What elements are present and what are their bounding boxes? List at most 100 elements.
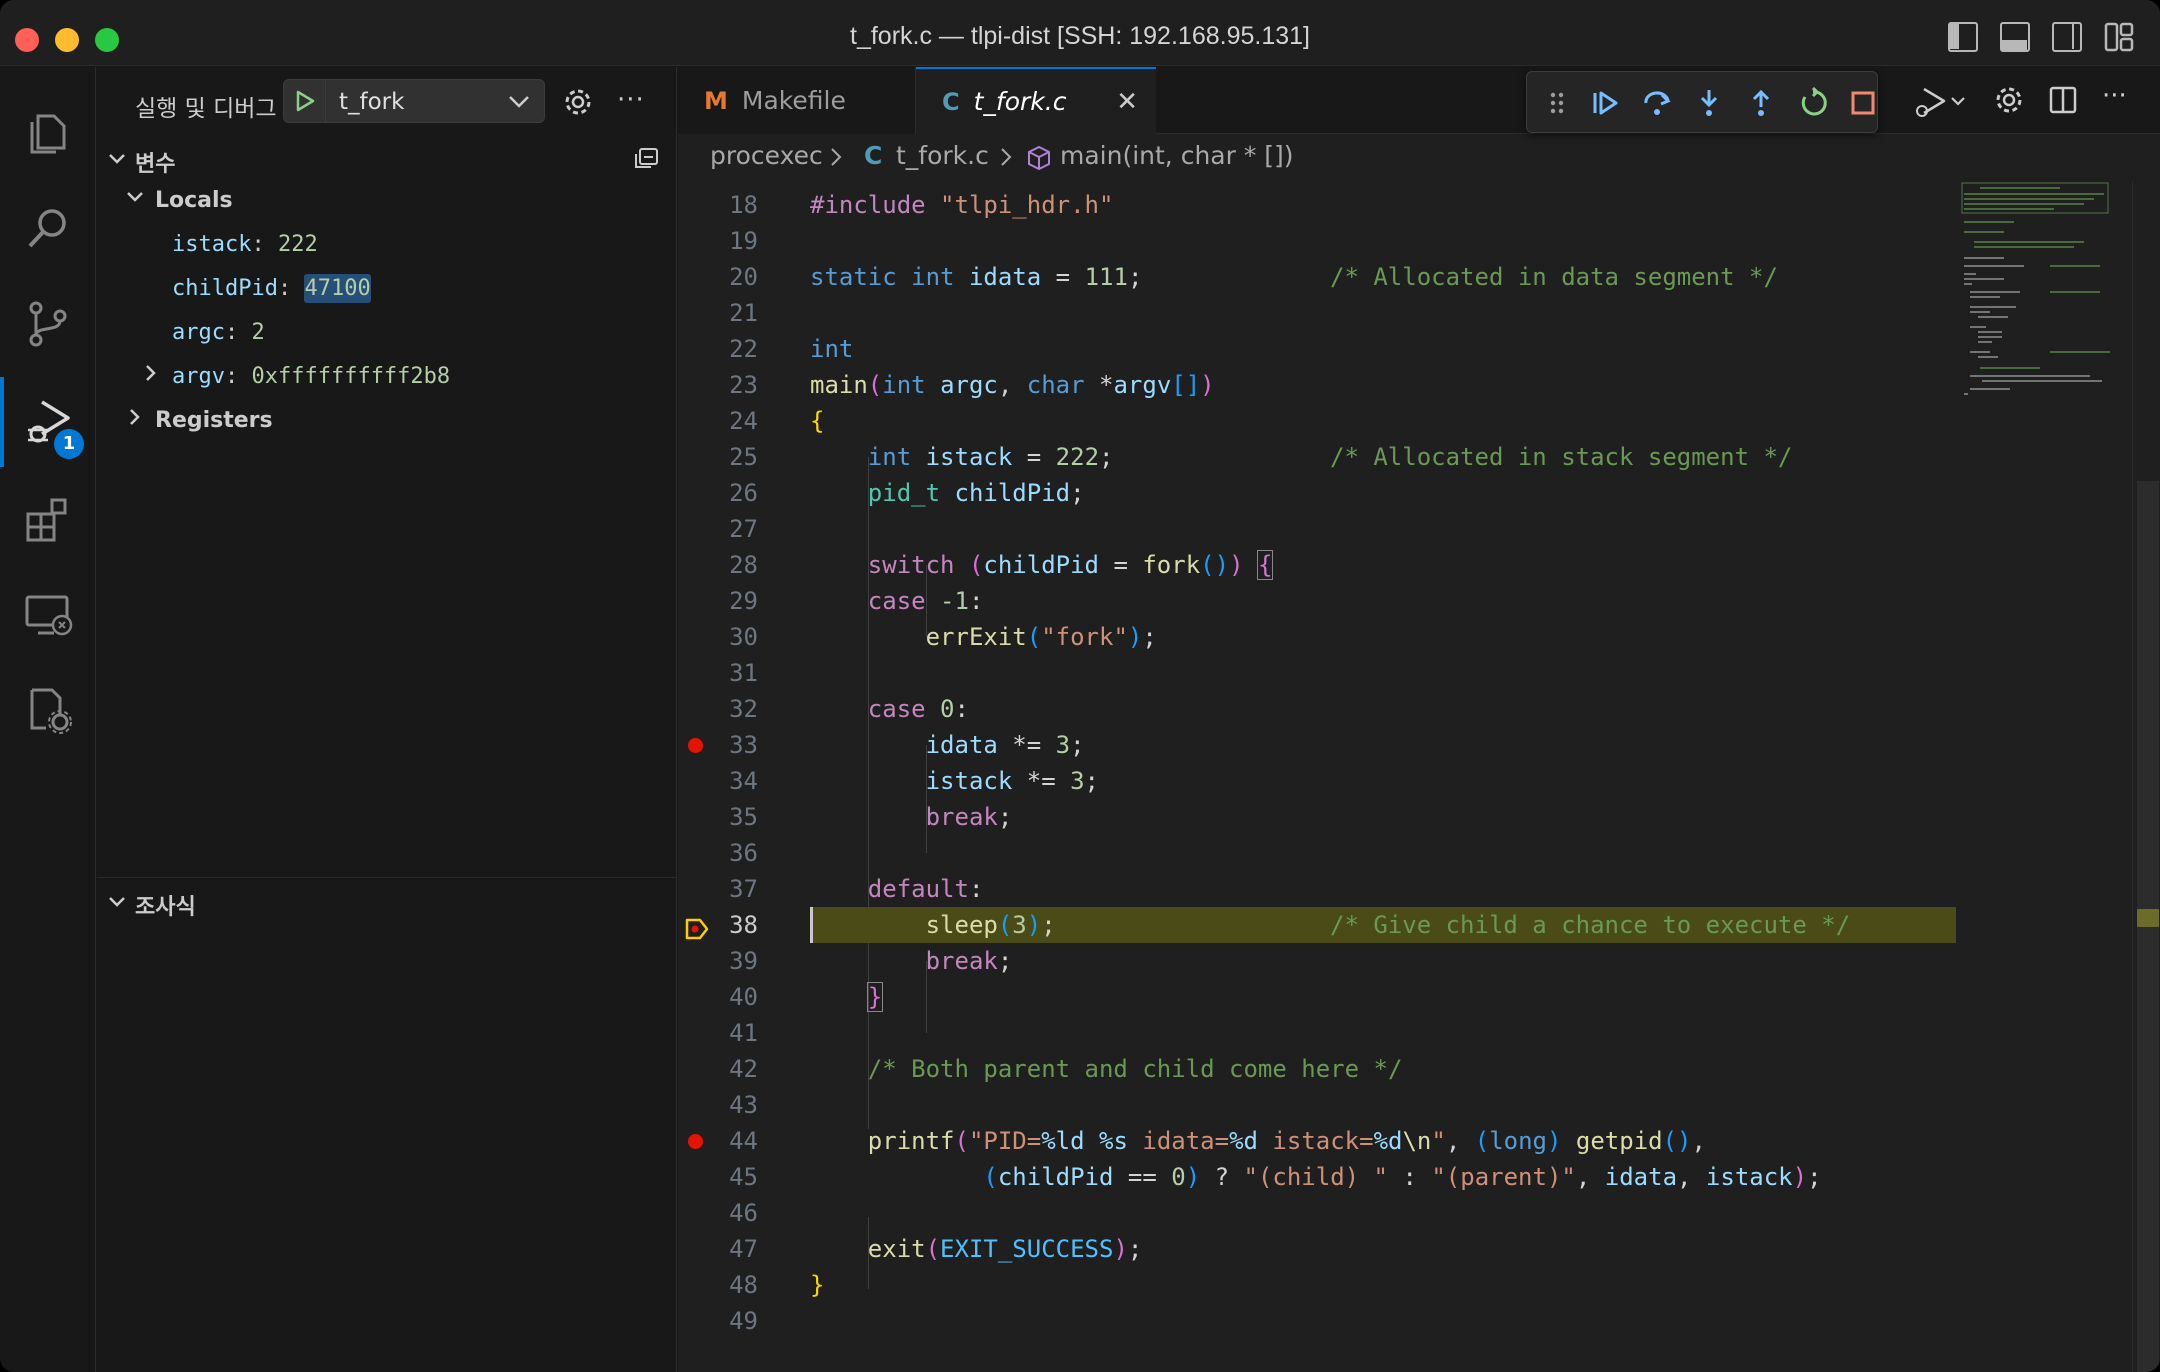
code-line: 42 /* Both parent and child come here */: [729, 1055, 1403, 1083]
drag-handle-icon[interactable]: [1541, 87, 1573, 119]
tab-bar: M Makefile C t_fork.c ✕ ···: [678, 67, 2160, 134]
chevron-down-icon: [107, 892, 127, 916]
tab-makefile[interactable]: M Makefile: [678, 67, 916, 134]
extensions-icon[interactable]: [0, 475, 96, 565]
debug-badge: 1: [54, 429, 84, 459]
breadcrumb-file[interactable]: t_fork.c: [896, 141, 989, 170]
variable-value: 47100: [304, 274, 371, 303]
locals-scope[interactable]: Locals: [97, 179, 677, 223]
c-file-icon: C: [864, 141, 883, 170]
chevron-down-icon: [107, 149, 127, 173]
watch-title: 조사식: [135, 895, 196, 920]
chevron-right-icon: [828, 145, 844, 174]
title-bar: t_fork.c — tlpi-dist [SSH: 192.168.95.13…: [0, 0, 2160, 66]
code-line: 21: [729, 299, 758, 327]
code-line: 43: [729, 1091, 758, 1119]
code-line: 25 int istack = 222;/* Allocated in stac…: [729, 443, 1793, 471]
code-line: 48}: [729, 1271, 825, 1299]
current-code-line: 38 sleep(3);/* Give child a chance to ex…: [678, 907, 2098, 943]
code-line: 47 exit(EXIT_SUCCESS);: [729, 1235, 1143, 1263]
gear-icon[interactable]: [1994, 85, 2024, 117]
code-line: 30 errExit("fork");: [729, 623, 1157, 651]
code-line: 40 }: [729, 982, 884, 1012]
customize-layout-icon[interactable]: [2104, 22, 2134, 52]
code-line: 39 break;: [729, 947, 1013, 975]
code-line: 23 main(int argc, char *argv[]): [729, 371, 1215, 399]
registers-scope[interactable]: Registers: [97, 399, 677, 443]
code-line: 18 #include "tlpi_hdr.h": [729, 191, 1114, 219]
search-icon[interactable]: [0, 184, 96, 274]
files-icon[interactable]: [0, 89, 96, 179]
code-line: 19: [729, 227, 758, 255]
source-control-icon[interactable]: [0, 279, 96, 369]
chevron-right-icon[interactable]: [141, 355, 161, 399]
code-editor[interactable]: 18 #include "tlpi_hdr.h" 19 20 static int …: [678, 181, 2160, 1372]
cube-icon: [1026, 145, 1052, 177]
variable-row[interactable]: childPid: 47100: [97, 267, 677, 311]
minimap[interactable]: [1960, 181, 2110, 1372]
continue-icon[interactable]: [1589, 87, 1621, 119]
code-line: 29 case -1:: [729, 587, 984, 615]
breadcrumb-folder[interactable]: procexec: [710, 141, 823, 170]
toggle-primary-sidebar-icon[interactable]: [1948, 22, 1978, 52]
window-title: t_fork.c — tlpi-dist [SSH: 192.168.95.13…: [850, 22, 1310, 50]
code-line: 34 istack *= 3;: [729, 767, 1099, 795]
current-line-marker: [2137, 909, 2159, 927]
code-line: 20 static int idata = 111;/* Allocated in…: [729, 263, 1778, 291]
chevron-down-icon: [125, 179, 145, 223]
variable-value: 2: [251, 320, 265, 345]
chevron-right-icon: [125, 399, 145, 443]
toggle-secondary-sidebar-icon[interactable]: [2052, 22, 2082, 52]
code-line: 32 case 0:: [729, 695, 969, 723]
code-line: 36: [729, 839, 758, 867]
step-out-icon[interactable]: [1745, 87, 1777, 119]
c-file-icon: C: [942, 87, 960, 116]
code-line: 31: [729, 659, 758, 687]
editor-group: M Makefile C t_fork.c ✕ ··· procexec C t…: [678, 67, 2160, 1372]
watch-section-header[interactable]: 조사식: [97, 882, 677, 922]
step-over-icon[interactable]: [1641, 87, 1673, 119]
variable-row[interactable]: argc: 2: [97, 311, 677, 355]
variable-row[interactable]: istack: 222: [97, 223, 677, 267]
variable-row[interactable]: argv: 0xffffffffff2b8: [97, 355, 677, 399]
tab-t-fork-c[interactable]: C t_fork.c ✕: [916, 67, 1156, 134]
sidebar-title: 실행 및 디버그: [135, 96, 277, 122]
more-actions-icon[interactable]: ···: [617, 85, 645, 115]
makefile-icon: M: [704, 86, 728, 115]
variable-name: childPid: [172, 276, 278, 301]
debug-toolbar: [1526, 71, 1878, 133]
run-and-debug-sidebar: 실행 및 디버그 t_fork ··· 변수 Locals istack: 22…: [97, 67, 677, 1372]
variables-section-header[interactable]: 변수: [97, 139, 677, 179]
gear-icon[interactable]: [563, 87, 593, 121]
code-line: 46: [729, 1199, 758, 1227]
tab-label: t_fork.c: [973, 87, 1067, 116]
toggle-panel-icon[interactable]: [2000, 22, 2030, 52]
debug-icon[interactable]: 1: [0, 377, 96, 467]
activity-bar: 1: [0, 67, 96, 1372]
remote-explorer-icon[interactable]: [0, 570, 96, 660]
run-debug-dropdown-icon[interactable]: [1912, 85, 1968, 117]
variable-name: argv: [172, 364, 225, 389]
remote-settings-icon[interactable]: [0, 665, 96, 755]
vertical-scrollbar[interactable]: [2132, 181, 2160, 1372]
code-line: 37 default:: [729, 875, 984, 903]
collapse-all-icon[interactable]: [633, 147, 659, 175]
run-config-select[interactable]: t_fork: [283, 79, 545, 123]
code-line: 41: [729, 1019, 758, 1047]
variable-value: 222: [277, 232, 318, 257]
code-line: 27: [729, 515, 758, 543]
registers-label: Registers: [155, 408, 273, 433]
split-editor-icon[interactable]: [2048, 85, 2078, 117]
variables-title: 변수: [135, 152, 176, 177]
stop-icon[interactable]: [1847, 87, 1879, 119]
tab-label: Makefile: [741, 86, 846, 115]
more-actions-icon[interactable]: ···: [2102, 81, 2127, 113]
variable-name: istack: [172, 232, 252, 257]
restart-icon[interactable]: [1797, 86, 1829, 119]
vscode-window: t_fork.c — tlpi-dist [SSH: 192.168.95.13…: [0, 0, 2160, 1372]
close-icon[interactable]: ✕: [1116, 87, 1138, 117]
step-into-icon[interactable]: [1693, 87, 1725, 119]
variable-name: argc: [172, 320, 225, 345]
breadcrumb-symbol[interactable]: main(int, char * []): [1060, 141, 1294, 170]
start-debugging-button[interactable]: [284, 80, 326, 122]
